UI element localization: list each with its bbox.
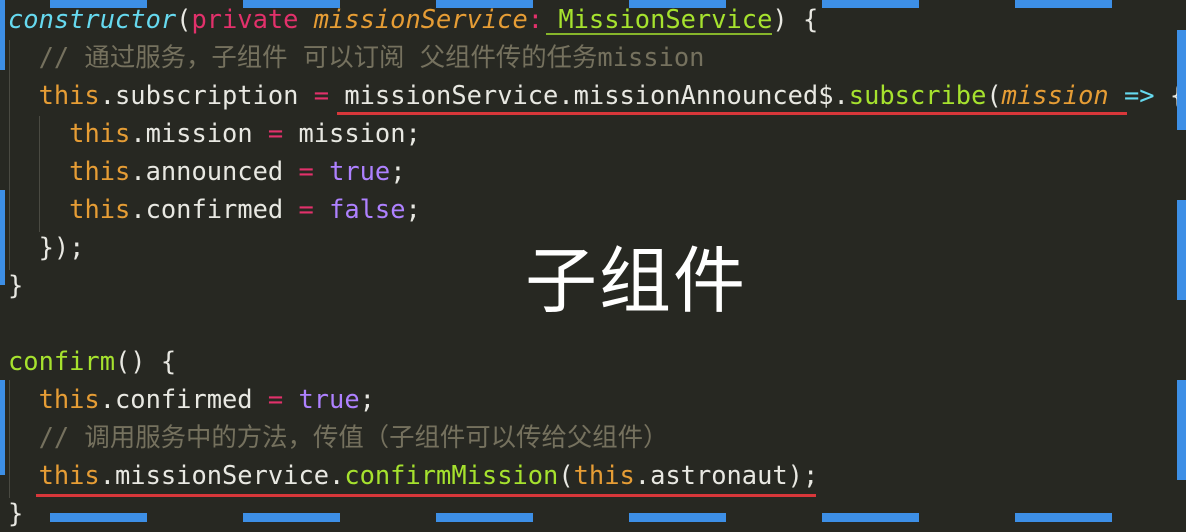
code-token: .astronaut); — [634, 460, 819, 490]
code-token: confirm — [8, 346, 116, 376]
code-line: this.confirmed = true; — [8, 380, 375, 418]
type-underline — [546, 33, 772, 35]
indent-guide — [9, 40, 10, 270]
border-dash — [243, 0, 340, 8]
code-token: this — [69, 194, 131, 224]
code-token: .announced — [130, 156, 299, 186]
border-dash — [0, 190, 5, 285]
code-token: .subscription — [99, 80, 314, 110]
code-token: .confirmed — [99, 384, 268, 414]
code-token: // 调用服务中的方法，传值（子组件可以传给父组件） — [8, 422, 669, 452]
code-token: : — [527, 4, 544, 34]
code-token: = — [267, 118, 284, 148]
border-dash — [436, 0, 533, 8]
border-dash — [1177, 380, 1186, 480]
code-token: false — [329, 194, 406, 224]
border-dash — [243, 513, 340, 522]
code-token: } — [8, 270, 24, 300]
code-token: ( — [558, 460, 574, 490]
border-dash — [50, 513, 147, 522]
code-token: mission — [1001, 80, 1109, 110]
code-line: this.subscription = missionService.missi… — [8, 76, 1186, 114]
border-dash — [629, 513, 726, 522]
code-token: .missionService. — [99, 460, 345, 490]
code-token: confirmMission — [344, 460, 559, 490]
code-token: mission; — [283, 118, 421, 148]
subscribe-underline — [337, 112, 1127, 115]
code-token: => — [1123, 80, 1155, 110]
code-token: subscribe — [848, 80, 987, 110]
code-token: this — [573, 460, 635, 490]
border-dash — [1177, 30, 1186, 130]
code-token: true — [298, 384, 360, 414]
border-dash — [0, 0, 5, 70]
border-dash — [1015, 513, 1112, 522]
code-token: this — [69, 118, 131, 148]
code-line: this.missionService.confirmMission(this.… — [8, 456, 819, 494]
code-token: = — [267, 384, 284, 414]
code-token: constructor — [8, 4, 177, 34]
code-token: = — [298, 156, 314, 186]
code-token: private — [191, 4, 314, 34]
code-line: }); — [8, 228, 85, 266]
code-line: // 通过服务，子组件 可以订阅 父组件传的任务mission — [8, 38, 705, 76]
code-token: missionService.missionAnnounced$. — [329, 80, 849, 110]
code-token: } — [8, 498, 24, 528]
border-dash — [50, 0, 147, 8]
code-token: () { — [115, 346, 177, 376]
border-dash — [1177, 200, 1186, 300]
indent-guide — [9, 380, 10, 498]
code-token: ( — [986, 80, 1002, 110]
code-line: } — [8, 266, 23, 304]
border-dash — [629, 0, 726, 8]
code-line: this.confirmed = false; — [8, 190, 421, 228]
code-token: .mission — [130, 118, 268, 148]
border-dash — [822, 0, 919, 8]
code-token: this — [38, 384, 100, 414]
code-token: ; — [390, 156, 406, 186]
border-dash — [436, 513, 533, 522]
confirm-mission-underline — [36, 494, 816, 497]
code-token: .confirmed — [130, 194, 299, 224]
code-token: = — [298, 194, 314, 224]
code-token: ) { — [772, 4, 819, 34]
code-token: }); — [8, 232, 85, 262]
indent-guide — [39, 116, 40, 232]
border-dash — [0, 380, 5, 475]
code-token: this — [69, 156, 131, 186]
code-token: ( — [176, 4, 192, 34]
border-dash — [1015, 0, 1112, 8]
code-token: missionService — [313, 4, 528, 34]
code-token: true — [329, 156, 391, 186]
code-token: // 通过服务，子组件 可以订阅 父组件传的任务mission — [8, 42, 705, 72]
border-dash — [822, 513, 919, 522]
code-line: this.announced = true; — [8, 152, 406, 190]
code-line: // 调用服务中的方法，传值（子组件可以传给父组件） — [8, 418, 669, 456]
code-token: this — [38, 80, 100, 110]
code-token: ; — [359, 384, 375, 414]
code-line: this.mission = mission; — [8, 114, 421, 152]
code-token: MissionService — [558, 4, 773, 34]
code-token: ; — [405, 194, 421, 224]
code-line: } — [8, 494, 23, 532]
overlay-label: 子组件 — [525, 239, 748, 323]
code-token: = — [313, 80, 330, 110]
code-token: this — [38, 460, 100, 490]
code-line: confirm() { — [8, 342, 176, 380]
